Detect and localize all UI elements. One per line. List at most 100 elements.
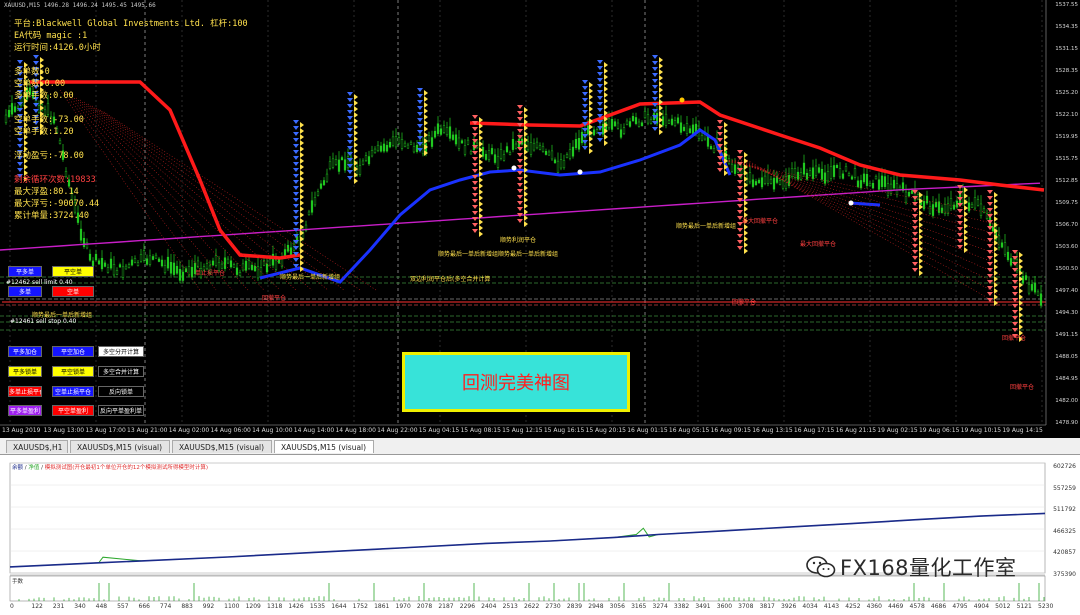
price-axis-label: 1484.95 (1055, 376, 1078, 382)
price-axis-label: 1528.35 (1055, 68, 1078, 74)
chart-annotation: 顺势利润平仓 (500, 237, 537, 244)
ea-control-button[interactable]: 反向平单盈利单 (98, 405, 144, 416)
report-x-label: 1861 (374, 603, 390, 610)
report-x-label: 774 (159, 603, 172, 610)
report-x-label: 2730 (545, 603, 561, 610)
ea-control-button[interactable]: 空单 (52, 286, 94, 297)
time-axis-label: 16 Aug 21:15 (835, 427, 877, 434)
info-line: EA代码 magic :1 (14, 31, 88, 41)
ea-control-button[interactable]: 平空单盈利 (52, 405, 94, 416)
time-axis-label: 14 Aug 10:00 (252, 427, 293, 434)
report-x-label: 992 (202, 603, 215, 610)
price-axis-label: 1509.75 (1055, 200, 1078, 206)
info-line: 空单手数:1.20 (14, 127, 74, 137)
backtest-banner: 回测完美神图 (402, 352, 630, 412)
report-x-label: 1535 (309, 603, 326, 610)
info-line: 运行时间:4126.0小时 (14, 43, 101, 53)
ea-control-button[interactable]: 多单止损平仓 (8, 386, 42, 397)
chart-annotation: 最大回撤平仓 (800, 241, 837, 248)
time-axis-label: 19 Aug 14:15 (1002, 427, 1043, 434)
report-y-label: 375390 (1053, 571, 1076, 578)
time-axis-label: 16 Aug 01:15 (627, 427, 668, 434)
ea-control-button[interactable]: 多空分开计算 (98, 346, 144, 357)
ea-control-button[interactable]: 平多锁单 (8, 366, 42, 377)
report-x-label: 666 (138, 603, 150, 610)
price-axis-label: 1537.55 (1055, 2, 1078, 8)
banner-title: 回测完美神图 (462, 373, 570, 394)
ea-control-button[interactable]: 平空加仓 (52, 346, 94, 357)
ea-control-button[interactable]: 平空锁单 (52, 366, 94, 377)
legend-balance: 余额 (12, 465, 24, 471)
report-x-label: 0 (10, 603, 14, 610)
report-x-label: 4034 (802, 603, 818, 610)
report-x-label: 5012 (995, 603, 1011, 610)
price-axis-label: 1500.50 (1055, 266, 1078, 272)
ea-control-button[interactable]: 反向锁单 (98, 386, 144, 397)
info-line: 累计单量:3724.40 (14, 211, 89, 221)
report-x-label: 1100 (224, 603, 240, 610)
time-axis-label: 15 Aug 04:15 (418, 427, 460, 434)
info-line: 多单手数:0.00 (14, 91, 74, 101)
ea-control-button[interactable]: 空单止损平仓 (52, 386, 94, 397)
chart-annotation: 顺势最后一单后新增组 (676, 223, 737, 230)
info-line: 最大浮盈:80.14 (14, 187, 79, 197)
ea-info-panel: 平台:Blackwell Global Investments Ltd. 杠杆:… (14, 18, 248, 222)
report-x-label: 2839 (566, 603, 583, 610)
report-x-label: 4904 (973, 603, 990, 610)
report-x-label: 3274 (652, 603, 668, 610)
ea-control-button[interactable]: 多空合并计算 (98, 366, 144, 377)
price-axis-label: 1534.35 (1055, 24, 1078, 30)
info-line: 多单数:0 (14, 67, 50, 77)
time-axis-label: 14 Aug 14:00 (293, 427, 335, 434)
chart-annotation: 单止损平仓 (195, 270, 226, 277)
report-x-label: 1426 (288, 603, 304, 610)
chart-tab-bar: XAUUSD$,H1 XAUUSD$,M15 (visual) XAUUSD$,M1… (0, 438, 1080, 455)
report-x-label: 2296 (459, 603, 476, 610)
ea-control-button[interactable]: 多单 (8, 286, 42, 297)
report-x-label: 122 (31, 603, 43, 610)
chart-tab[interactable]: XAUUSD$,H1 (6, 440, 68, 453)
price-chart[interactable]: XAUUSD,M15 1496.28 1496.24 1495.45 1495.… (0, 0, 1080, 438)
chart-annotation: 回撤平仓 (262, 295, 287, 302)
info-line: 最大浮亏:-90070.44 (14, 199, 100, 209)
backtest-report-graph: 余额 / 净值 / 模拟测试图(开仓最初1个单位开仓的12个模拟测试所得模型时计… (0, 454, 1080, 615)
report-x-label: 2513 (502, 603, 518, 610)
chart-annotation: 回撤平仓 (1002, 335, 1027, 342)
report-x-label: 2622 (524, 603, 540, 610)
chart-annotation: 回撤平仓 (1010, 384, 1035, 391)
report-y-label: 466325 (1053, 528, 1076, 535)
ea-control-button[interactable]: 平多单盈利 (8, 405, 42, 416)
report-x-label: 1644 (331, 603, 347, 610)
report-x-label: 448 (95, 603, 108, 610)
legend-equity: 净值 (28, 465, 40, 471)
ea-control-button[interactable]: 平多加仓 (8, 346, 42, 357)
chart-annotation: 最大回撤平仓 (742, 218, 779, 225)
report-x-label: 1970 (395, 603, 411, 610)
report-x-label: 3708 (738, 603, 754, 610)
price-axis-label: 1478.90 (1055, 420, 1078, 426)
time-axis-label: 16 Aug 05:15 (668, 427, 710, 434)
chart-tab[interactable]: XAUUSD$,M15 (visual) (70, 440, 170, 453)
ea-control-button[interactable]: 平多单 (8, 266, 42, 277)
ea-control-button[interactable]: 平空单 (52, 266, 94, 277)
time-axis-label: 14 Aug 18:00 (335, 427, 376, 434)
report-legend: 余额 / 净值 / 模拟测试图(开仓最初1个单位开仓的12个模拟测试所得模型时计… (12, 463, 208, 471)
info-line: 剩余循环次数:19833 (14, 175, 96, 185)
chart-tab[interactable]: XAUUSD$,M15 (visual) (274, 440, 374, 453)
report-x-label: 3056 (609, 603, 625, 610)
info-line: 平台:Blackwell Global Investments Ltd. 杠杆:… (14, 19, 248, 29)
price-axis-label: 1506.70 (1055, 222, 1078, 228)
chart-annotation: 顺势最后一单后新增组 (280, 274, 341, 281)
time-axis-label: 19 Aug 06:15 (918, 427, 960, 434)
time-axis-label: 13 Aug 13:00 (43, 427, 85, 434)
chart-annotation: 回撤平仓 (732, 299, 757, 306)
time-axis-label: 16 Aug 17:15 (793, 427, 835, 434)
price-axis-label: 1531.15 (1055, 46, 1078, 52)
chart-tab[interactable]: XAUUSD$,M15 (visual) (172, 440, 272, 453)
report-x-label: 1752 (352, 603, 368, 610)
price-axis-label: 1488.05 (1055, 354, 1078, 360)
chart-symbol-header: XAUUSD,M15 1496.28 1496.24 1495.45 1495.… (4, 2, 156, 9)
report-x-label: 4360 (866, 603, 882, 610)
report-x-label: 3600 (716, 603, 733, 610)
chart-annotation: 双边利润平仓后(多空合并计算 (410, 276, 491, 283)
